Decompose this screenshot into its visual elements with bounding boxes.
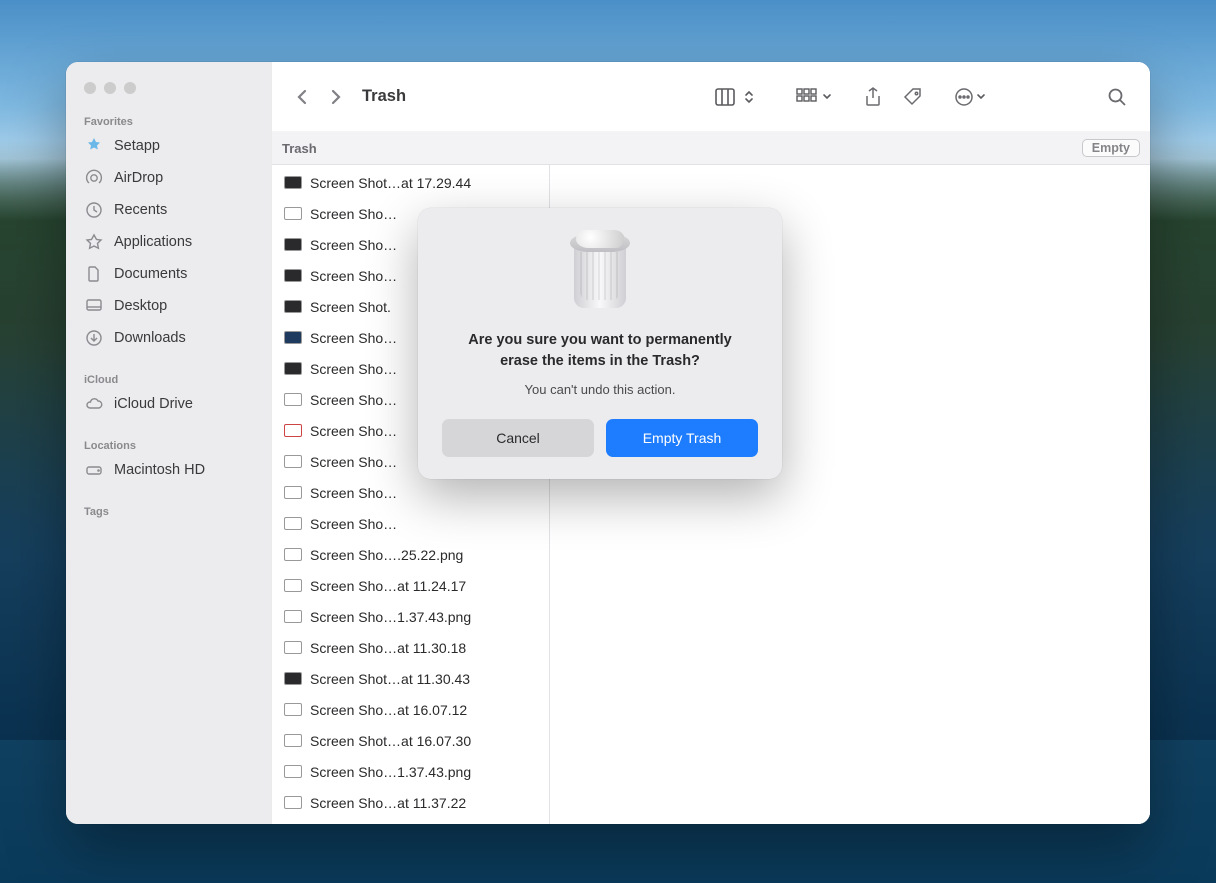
empty-trash-confirm-button[interactable]: Empty Trash — [606, 419, 758, 457]
trash-full-icon — [442, 234, 758, 312]
dialog-title: Are you sure you want to permanently era… — [442, 330, 758, 372]
empty-trash-dialog: Are you sure you want to permanently era… — [418, 208, 782, 479]
dialog-subtitle: You can't undo this action. — [442, 382, 758, 397]
cancel-button[interactable]: Cancel — [442, 419, 594, 457]
